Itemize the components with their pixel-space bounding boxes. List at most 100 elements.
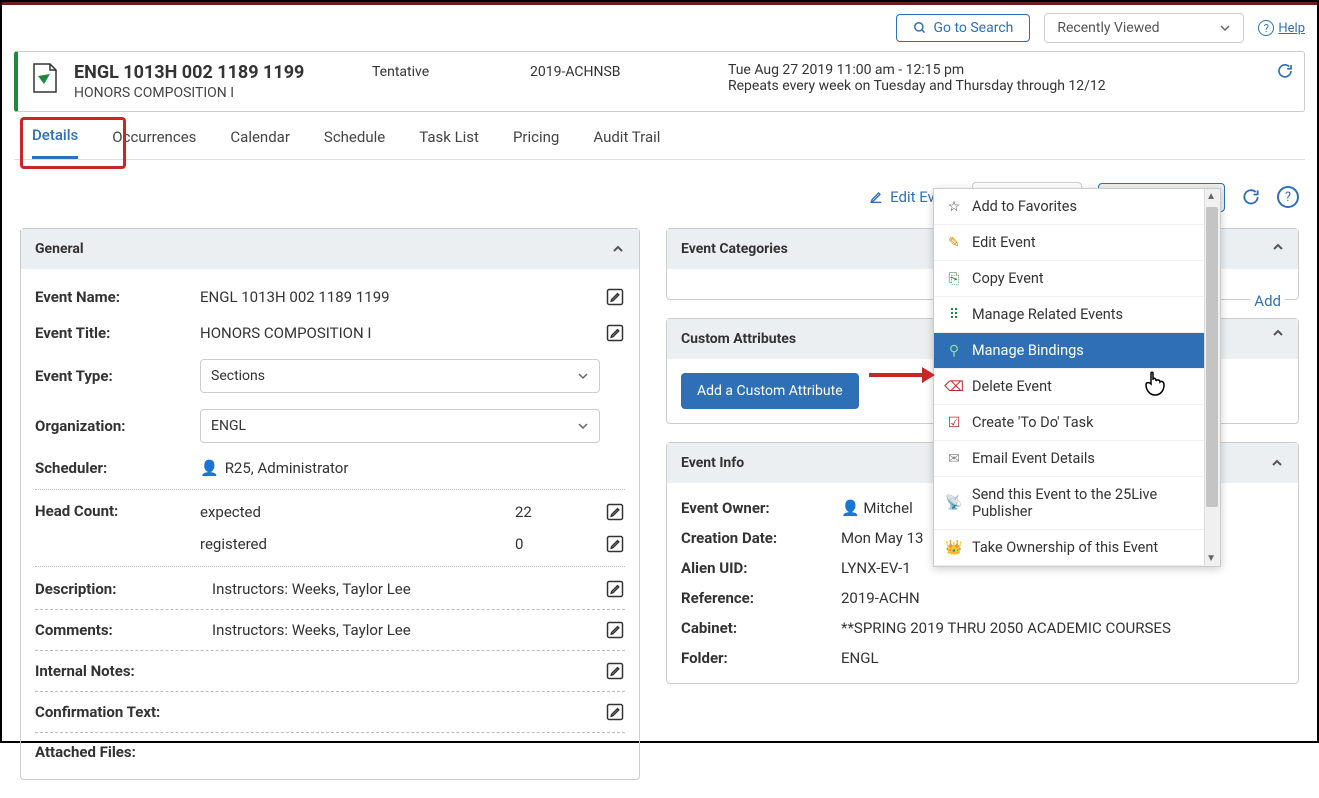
collapse-icon[interactable] — [1271, 326, 1285, 340]
menu-create-todo[interactable]: ☑Create 'To Do' Task — [934, 405, 1220, 441]
tab-occurrences[interactable]: Occurrences — [112, 128, 196, 158]
scroll-up-icon: ▲ — [1206, 191, 1216, 202]
tab-task-list[interactable]: Task List — [419, 128, 479, 158]
event-type-value: Sections — [211, 368, 265, 384]
todo-icon: ☑ — [946, 415, 962, 431]
edit-icon[interactable] — [605, 620, 625, 640]
event-name-value: ENGL 1013H 002 1189 1199 — [200, 288, 605, 306]
chevron-down-icon — [577, 370, 589, 382]
menu-send-publisher[interactable]: 📡Send this Event to the 25Live Publisher — [934, 477, 1220, 530]
edit-icon[interactable] — [605, 502, 625, 522]
related-icon: ⠿ — [946, 307, 962, 323]
edit-icon[interactable] — [605, 702, 625, 722]
tab-audit-trail[interactable]: Audit Trail — [593, 128, 660, 158]
menu-email-event[interactable]: ✉Email Event Details — [934, 441, 1220, 477]
edit-icon[interactable] — [605, 579, 625, 599]
description-value: Instructors: Weeks, Taylor Lee — [200, 580, 605, 598]
menu-take-ownership[interactable]: 👑Take Ownership of this Event — [934, 530, 1220, 566]
owner-label: Event Owner: — [681, 499, 841, 517]
menu-manage-bindings[interactable]: ⚲Manage Bindings — [934, 333, 1220, 369]
organization-value: ENGL — [211, 418, 246, 434]
event-status: Tentative — [372, 62, 512, 80]
copy-icon: ⎘ — [946, 271, 962, 287]
folder-value: ENGL — [841, 649, 879, 667]
alien-label: Alien UID: — [681, 559, 841, 577]
attached-files-label: Attached Files: — [35, 743, 200, 761]
go-to-search-label: Go to Search — [933, 20, 1013, 36]
hc-expected-value: 22 — [515, 503, 605, 521]
tab-pricing[interactable]: Pricing — [513, 128, 559, 158]
event-info-header: Event Info — [681, 455, 744, 471]
cursor-icon — [1141, 370, 1169, 402]
edit-icon[interactable] — [605, 287, 625, 307]
edit-icon — [868, 189, 884, 205]
reference-value: 2019-ACHN — [841, 589, 920, 607]
pencil-icon: ✎ — [946, 235, 962, 251]
internal-notes-label: Internal Notes: — [35, 662, 200, 680]
owner-value: 👤 Mitchel — [841, 499, 913, 517]
menu-add-favorites[interactable]: ☆Add to Favorites — [934, 189, 1220, 225]
general-header: General — [35, 241, 84, 257]
general-panel: General Event Name: ENGL 1013H 002 1189 … — [20, 228, 640, 780]
go-to-search-button[interactable]: Go to Search — [896, 14, 1030, 42]
menu-delete-event[interactable]: ⌫Delete Event — [934, 369, 1220, 405]
organization-select[interactable]: ENGL — [200, 409, 600, 443]
add-custom-attribute-button[interactable]: Add a Custom Attribute — [681, 373, 859, 409]
edit-icon[interactable] — [605, 661, 625, 681]
event-time-line1: Tue Aug 27 2019 11:00 am - 12:15 pm — [728, 62, 1290, 78]
tab-schedule[interactable]: Schedule — [324, 128, 385, 158]
cabinet-label: Cabinet: — [681, 619, 841, 637]
event-subtitle: HONORS COMPOSITION I — [74, 85, 354, 101]
recently-viewed-label: Recently Viewed — [1057, 20, 1159, 36]
user-icon: 👤 — [200, 459, 219, 477]
more-actions-menu: ☆Add to Favorites ✎Edit Event ⎘Copy Even… — [933, 188, 1221, 567]
edit-icon[interactable] — [605, 323, 625, 343]
bindings-icon: ⚲ — [946, 343, 962, 359]
menu-copy-event[interactable]: ⎘Copy Event — [934, 261, 1220, 297]
collapse-icon[interactable] — [1270, 456, 1284, 470]
add-category-link[interactable]: Add — [1250, 290, 1285, 312]
recently-viewed-dropdown[interactable]: Recently Viewed — [1044, 13, 1244, 43]
event-time-line2: Repeats every week on Tuesday and Thursd… — [728, 78, 1290, 94]
menu-edit-event[interactable]: ✎Edit Event — [934, 225, 1220, 261]
confirmation-text-label: Confirmation Text: — [35, 703, 200, 721]
help-icon: ? — [1258, 20, 1274, 36]
event-type-label: Event Type: — [35, 367, 200, 385]
alien-value: LYNX-EV-1 — [841, 559, 911, 577]
custom-attributes-header: Custom Attributes — [681, 331, 796, 347]
creation-label: Creation Date: — [681, 529, 841, 547]
edit-icon[interactable] — [605, 534, 625, 554]
menu-manage-related[interactable]: ⠿Manage Related Events — [934, 297, 1220, 333]
help-link[interactable]: ? Help — [1258, 20, 1305, 36]
comments-label: Comments: — [35, 621, 200, 639]
organization-label: Organization: — [35, 417, 200, 435]
chevron-down-icon — [1219, 22, 1231, 34]
refresh-icon[interactable] — [1241, 187, 1261, 207]
menu-scrollbar[interactable]: ▲▼ — [1204, 189, 1220, 566]
star-icon: ☆ — [946, 199, 962, 215]
event-title-label: Event Title: — [35, 324, 200, 342]
comments-value: Instructors: Weeks, Taylor Lee — [200, 621, 605, 639]
event-title: ENGL 1013H 002 1189 1199 — [74, 62, 354, 83]
collapse-icon[interactable] — [1271, 240, 1285, 254]
creation-value: Mon May 13 — [841, 529, 923, 547]
event-type-select[interactable]: Sections — [200, 359, 600, 393]
publish-icon: 📡 — [946, 495, 962, 511]
chevron-down-icon — [577, 420, 589, 432]
search-icon — [913, 21, 927, 35]
document-icon — [32, 62, 56, 92]
collapse-icon[interactable] — [611, 242, 625, 256]
hc-registered-label: registered — [200, 535, 515, 553]
event-categories-header: Event Categories — [681, 241, 788, 257]
scheduler-label: Scheduler: — [35, 459, 200, 477]
refresh-icon[interactable] — [1276, 62, 1294, 80]
hc-registered-value: 0 — [515, 535, 605, 553]
annotation-arrow — [867, 363, 937, 387]
tab-calendar[interactable]: Calendar — [230, 128, 290, 158]
head-count-label: Head Count: — [35, 502, 200, 520]
tab-details[interactable]: Details — [32, 126, 78, 159]
owner-icon: 👑 — [946, 540, 962, 556]
scroll-down-icon: ▼ — [1206, 553, 1216, 564]
reference-label: Reference: — [681, 589, 841, 607]
help-icon[interactable]: ? — [1277, 186, 1299, 208]
